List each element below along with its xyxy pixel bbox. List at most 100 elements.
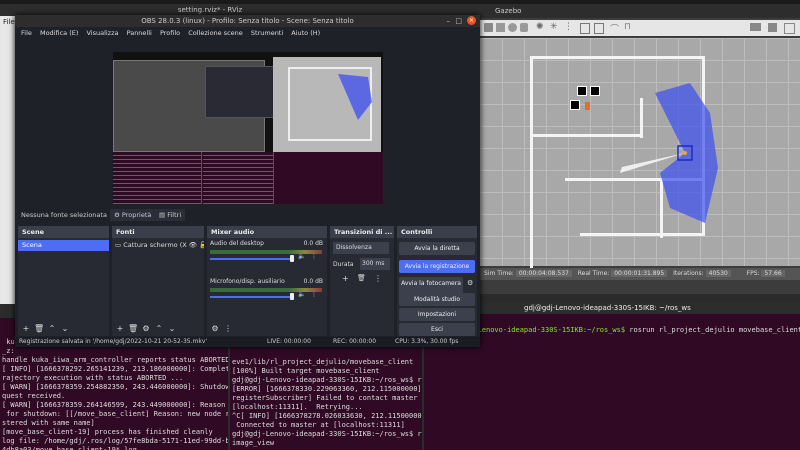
speaker-icon[interactable]: 🔈 bbox=[298, 291, 305, 298]
sources-controls: + 🗑 ⚙ ⌃ ⌄ bbox=[115, 324, 180, 334]
obs-preview[interactable] bbox=[113, 52, 383, 204]
transition-select[interactable]: Dissolvenza bbox=[333, 242, 389, 254]
exit-button[interactable]: Esci bbox=[399, 323, 475, 336]
menu-edit[interactable]: Modifica (E) bbox=[40, 29, 78, 37]
terminal-line: rajectory execution with status ABORTED … bbox=[2, 374, 184, 382]
graph-icon[interactable] bbox=[784, 23, 795, 34]
cpu-status: CPU: 3.3%, 30.00 fps bbox=[395, 338, 459, 345]
source-item[interactable]: ▭ Cattura schermo (X 👁 🔓 bbox=[112, 240, 204, 251]
menu-docks[interactable]: Pannelli bbox=[127, 29, 152, 37]
scenes-panel: Scene Scena + 🗑 ⌃ ⌄ bbox=[18, 226, 109, 336]
spot-light-icon[interactable]: ✳ bbox=[550, 22, 558, 32]
source-toolbar: Nessuna fonte selezionata ⚙ Proprietà ▤ … bbox=[15, 208, 480, 222]
gear-icon[interactable]: ⚙ bbox=[467, 279, 473, 287]
chevron-up-icon[interactable]: ⌃ bbox=[47, 324, 57, 334]
duration-input[interactable]: 300 ms bbox=[360, 258, 390, 270]
track-db: 0.0 dB bbox=[303, 278, 323, 285]
eye-icon[interactable]: 👁 bbox=[189, 241, 197, 249]
terminal-line: [ WARN] [1666378359.264146599, 243.44900… bbox=[2, 401, 228, 409]
wall bbox=[530, 56, 705, 59]
gear-icon[interactable]: ⚙ bbox=[141, 324, 151, 334]
slider-handle[interactable] bbox=[290, 255, 294, 262]
terminal-middle[interactable]: eve1/lib/rl_project_dejulio/movebase_cli… bbox=[230, 338, 422, 450]
terminal-line: [ WARN] [1666378359.254882350, 243.44600… bbox=[2, 383, 228, 391]
terminal-right-window[interactable]: gdj@gdj-Lenovo-ideapad-330S-15IKB: ~/ros… bbox=[424, 302, 800, 450]
copy-icon[interactable] bbox=[580, 23, 590, 34]
chevron-down-icon[interactable]: ⌄ bbox=[60, 324, 70, 334]
menu-view[interactable]: Visualizza bbox=[86, 29, 118, 37]
laser-scan bbox=[620, 83, 718, 223]
duration-label: Durata bbox=[333, 261, 354, 268]
more-icon[interactable]: ⋮ bbox=[311, 291, 317, 298]
terminal-right-titlebar: gdj@gdj-Lenovo-ideapad-330S-15IKB: ~/ros… bbox=[424, 302, 800, 314]
volume-slider[interactable] bbox=[210, 258, 292, 260]
chevron-down-icon[interactable]: ⌄ bbox=[167, 324, 177, 334]
studio-mode-button[interactable]: Modalità studio bbox=[399, 293, 475, 306]
menu-tools[interactable]: Strumenti bbox=[251, 29, 283, 37]
obs-statusbar: Registrazione salvata in '/home/gdj/2022… bbox=[15, 337, 480, 347]
lock-icon[interactable]: 🔓 bbox=[199, 241, 204, 249]
menu-scene-collection[interactable]: Collezione scene bbox=[188, 29, 243, 37]
more-icon[interactable]: ⋮ bbox=[223, 324, 233, 334]
trash-icon[interactable]: 🗑 bbox=[34, 324, 44, 334]
obs-titlebar: OBS 28.0.3 (linux) - Profilo: Senza tito… bbox=[15, 15, 480, 27]
gazebo-toolbar: ✺ ✳ ⋮ ⌒ ⊓ bbox=[480, 20, 800, 36]
add-icon[interactable]: + bbox=[21, 324, 31, 334]
scene-item[interactable]: Scena bbox=[18, 240, 109, 251]
track-name: Microfono/disp. ausiliario bbox=[210, 278, 285, 285]
more-icon[interactable]: ⋮ bbox=[311, 253, 317, 260]
start-stream-button[interactable]: Avvia la diretta bbox=[399, 242, 475, 255]
volume-slider[interactable] bbox=[210, 296, 292, 298]
speaker-icon[interactable]: 🔈 bbox=[298, 253, 305, 260]
add-icon[interactable]: + bbox=[115, 324, 125, 334]
minimize-icon[interactable]: – bbox=[447, 15, 451, 27]
aruco-marker-icon bbox=[570, 100, 580, 110]
aruco-marker-icon bbox=[577, 86, 587, 96]
terminal-line: [localhost:11311]. Retrying... bbox=[232, 403, 363, 411]
rec-status: REC: 00:00:00 bbox=[333, 338, 377, 345]
close-icon[interactable]: × bbox=[467, 16, 476, 25]
gear-icon[interactable]: ⚙ bbox=[210, 324, 220, 334]
gazebo-scene[interactable] bbox=[480, 38, 800, 271]
transitions-panel: Transizioni di ... Dissolvenza Durata 30… bbox=[330, 226, 394, 336]
trash-icon[interactable]: 🗑 bbox=[128, 324, 138, 334]
no-source-label: Nessuna fonte selezionata bbox=[21, 211, 107, 219]
trash-icon[interactable]: 🗑 bbox=[357, 274, 366, 282]
fps-value: 57.66 bbox=[761, 270, 785, 277]
record-icon[interactable] bbox=[768, 23, 777, 32]
iterations-label: Iterations: bbox=[673, 270, 704, 277]
sources-title: Fonti bbox=[112, 226, 204, 238]
track-db: 0.0 dB bbox=[303, 240, 323, 247]
more-icon[interactable]: ⋮ bbox=[374, 274, 382, 283]
transitions-title: Transizioni di ... bbox=[330, 226, 394, 238]
rviz-side-label[interactable]: File bbox=[3, 18, 15, 26]
filters-button[interactable]: ▤ Filtri bbox=[155, 209, 186, 221]
properties-button[interactable]: ⚙ Proprietà bbox=[110, 209, 156, 221]
dir-light-icon[interactable]: ⋮ bbox=[564, 22, 573, 32]
terminal-line: gdj@gdj-Lenovo-ideapad-330S-15IKB:~/ros_… bbox=[232, 430, 422, 438]
menu-help[interactable]: Aiuto (H) bbox=[291, 29, 320, 37]
menu-file[interactable]: File bbox=[21, 29, 32, 37]
paste-icon[interactable] bbox=[594, 23, 604, 34]
sim-time-value: 00:00:04:08.537 bbox=[515, 270, 572, 277]
start-recording-button[interactable]: Avvia la registrazione bbox=[399, 260, 475, 273]
sphere-shape-icon[interactable] bbox=[508, 23, 517, 32]
scene-item-label: Scena bbox=[22, 241, 42, 249]
slider-handle[interactable] bbox=[290, 293, 294, 300]
terminal-line: Connected to master at [localhost:11311] bbox=[232, 421, 405, 429]
align-icon[interactable]: ⌒ bbox=[610, 22, 619, 35]
settings-button[interactable]: Impostazioni bbox=[399, 308, 475, 321]
terminal-line: log file: /home/gdj/.ros/log/57fe8bda-51… bbox=[2, 437, 228, 445]
chevron-up-icon[interactable]: ⌃ bbox=[154, 324, 164, 334]
snap-icon[interactable]: ⊓ bbox=[624, 22, 631, 32]
box-shape-icon[interactable] bbox=[496, 23, 505, 32]
light-icon[interactable]: ✺ bbox=[536, 22, 544, 32]
menu-profile[interactable]: Profilo bbox=[160, 29, 180, 37]
duration-value: 300 ms bbox=[362, 260, 385, 267]
add-icon[interactable]: + bbox=[342, 274, 349, 283]
maximize-icon[interactable]: □ bbox=[455, 15, 462, 27]
cylinder-shape-icon[interactable] bbox=[520, 23, 528, 32]
camera-icon[interactable] bbox=[750, 23, 761, 31]
mixer-track: Audio del desktop 0.0 dB 🔈 ⋮ bbox=[207, 238, 327, 276]
filters-label: Filtri bbox=[167, 211, 182, 219]
